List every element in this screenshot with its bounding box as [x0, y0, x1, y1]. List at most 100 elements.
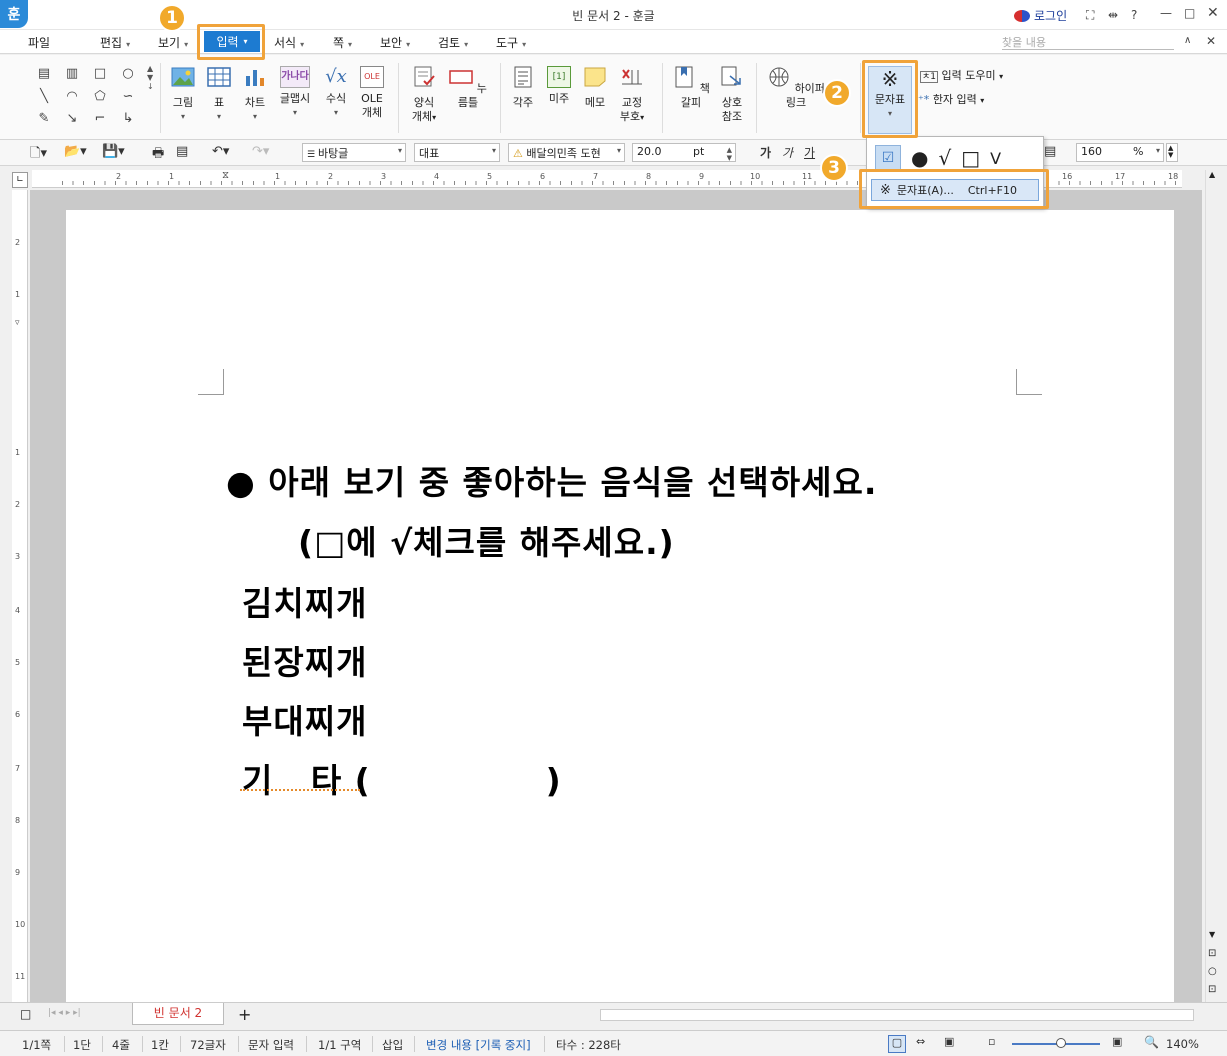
- symbol-bullet[interactable]: ●: [911, 146, 928, 170]
- shape-gallery[interactable]: ▤ ▥ □ ○ ╲ ◠ ⬠ ∽ ✎ ↘ ⌐ ↳: [32, 66, 144, 128]
- open-folder-icon[interactable]: 📂▾: [64, 144, 87, 159]
- status-mode[interactable]: 문자 입력: [248, 1037, 294, 1053]
- status-section[interactable]: 1/1 구역: [318, 1037, 361, 1053]
- underline-icon[interactable]: 가: [804, 144, 815, 161]
- input-helper-button[interactable]: ㅊ1 입력 도우미 ▾: [920, 67, 1003, 83]
- vertical-ruler[interactable]: 2 1 ▿ 1 2 3 4 5 6 7 8 9 10 11: [12, 190, 28, 1002]
- close-doc-icon[interactable]: ✕: [1206, 34, 1216, 48]
- menu-view[interactable]: 보기 ▾: [158, 34, 188, 51]
- view-full-icon[interactable]: ▣: [944, 1035, 954, 1048]
- zoom-spinner[interactable]: ▲ ▼: [1166, 143, 1178, 162]
- menu-file[interactable]: 파일: [28, 34, 50, 51]
- align-icon[interactable]: ▤: [1044, 144, 1056, 159]
- ellipse-icon[interactable]: ○: [116, 66, 140, 83]
- picture-button[interactable]: 그림 ▾: [166, 66, 200, 124]
- save-icon[interactable]: 💾▾: [102, 144, 125, 159]
- menu-format[interactable]: 서식 ▾: [274, 34, 304, 51]
- page-select-icon[interactable]: ○: [1208, 966, 1217, 977]
- login-button[interactable]: 로그인: [1014, 7, 1067, 24]
- indent-marker-icon[interactable]: ⧖: [222, 170, 229, 181]
- textart-button[interactable]: 가나다 글맵시 ▾: [276, 66, 314, 120]
- print-icon[interactable]: 🖶: [152, 144, 164, 166]
- margin-marker-icon[interactable]: ▿: [15, 318, 20, 328]
- style-select[interactable]: ☰ 바탕글 ▾: [302, 143, 406, 162]
- doc-option[interactable]: 된장찌개: [242, 636, 367, 684]
- tab-nav-icons[interactable]: |◂ ◂ ▸ ▸|: [48, 1008, 81, 1018]
- view-width-icon[interactable]: ⇔: [916, 1035, 925, 1048]
- arc-icon[interactable]: ◠: [60, 89, 84, 106]
- undo-icon[interactable]: ↶▾: [212, 144, 229, 159]
- hyperlink-button[interactable]: 하이퍼링크: [764, 66, 828, 110]
- horizontal-scrollbar[interactable]: [600, 1009, 1194, 1021]
- font-type-select[interactable]: 대표 ▾: [414, 143, 500, 162]
- document-tab[interactable]: 빈 문서 2: [132, 1003, 224, 1025]
- scroll-up-icon[interactable]: ▲: [1209, 170, 1215, 179]
- zoom-out-icon[interactable]: ▫: [988, 1035, 995, 1048]
- zoom-select[interactable]: 160% ▾: [1076, 143, 1164, 162]
- doc-question-line[interactable]: ● 아래 보기 중 좋아하는 음식을 선택하세요.: [226, 456, 877, 504]
- menu-review[interactable]: 검토 ▾: [438, 34, 468, 51]
- menu-edit[interactable]: 편집 ▾: [100, 34, 130, 51]
- vertical-scrollbar[interactable]: ▲ ▼ ⊡ ○ ⊡: [1205, 170, 1221, 1004]
- footnote-button[interactable]: 각주: [508, 66, 538, 110]
- ole-button[interactable]: OLE OLE 개체: [356, 66, 388, 120]
- table-button[interactable]: 표 ▾: [204, 66, 234, 124]
- bookmark-button[interactable]: 책갈피: [670, 66, 712, 110]
- curve-icon[interactable]: ∽: [116, 89, 140, 106]
- connector-icon[interactable]: ↳: [116, 111, 140, 128]
- minimize-icon[interactable]: —: [1160, 6, 1172, 20]
- shape-icon[interactable]: ▥: [60, 66, 84, 83]
- prev-page-icon[interactable]: ⊡: [1208, 948, 1216, 959]
- symbol-checkbox[interactable]: ☑: [875, 145, 901, 171]
- memo-button[interactable]: 메모: [580, 66, 610, 110]
- document-page[interactable]: [66, 210, 1174, 1010]
- polygon-icon[interactable]: ⬠: [88, 89, 112, 106]
- pen-icon[interactable]: ✎: [32, 111, 56, 128]
- doc-option[interactable]: 부대찌개: [242, 695, 367, 743]
- width-fit-icon[interactable]: ⇹: [1108, 8, 1118, 22]
- form-object-button[interactable]: 양식 개체▾: [406, 66, 442, 125]
- add-tab-button[interactable]: +: [238, 1005, 251, 1024]
- doc-instruction-line[interactable]: (□에 √체크를 해주세요.): [298, 516, 675, 564]
- menu-tools[interactable]: 도구 ▾: [496, 34, 526, 51]
- connector-icon[interactable]: ⌐: [88, 111, 112, 128]
- connector-icon[interactable]: ↘: [60, 111, 84, 128]
- fullscreen-icon[interactable]: ⛶: [1086, 8, 1094, 23]
- bold-icon[interactable]: 가: [760, 144, 771, 161]
- hanja-input-button[interactable]: ⁺* 한자 입력 ▾: [918, 91, 984, 107]
- tab-list-icon[interactable]: □: [20, 1007, 31, 1021]
- help-icon[interactable]: ?: [1131, 8, 1137, 22]
- doc-option-other[interactable]: 기 타 ( ): [242, 754, 562, 802]
- scroll-down-icon[interactable]: ▼: [1209, 930, 1215, 939]
- maximize-icon[interactable]: □: [1184, 6, 1195, 20]
- preview-icon[interactable]: ▤: [176, 144, 188, 159]
- view-page-icon[interactable]: ▢: [888, 1035, 906, 1053]
- pushbutton-button[interactable]: 누름틀: [448, 66, 488, 110]
- symbol-v[interactable]: V: [990, 149, 1001, 168]
- magnifier-icon[interactable]: 🔍: [1144, 1035, 1159, 1049]
- shape-icon[interactable]: ▤: [32, 66, 56, 83]
- proofreading-button[interactable]: 교정 부호▾: [614, 66, 650, 125]
- font-size-input[interactable]: 20.0 pt ▲ ▼: [632, 143, 736, 162]
- symbol-check[interactable]: √: [938, 146, 951, 170]
- zoom-in-icon[interactable]: ▣: [1112, 1035, 1122, 1048]
- menu-page[interactable]: 쪽 ▾: [333, 34, 352, 51]
- cross-reference-button[interactable]: 상호 참조: [716, 66, 748, 124]
- rectangle-icon[interactable]: □: [88, 66, 112, 83]
- symbol-square[interactable]: □: [961, 146, 980, 170]
- menu-security[interactable]: 보안 ▾: [380, 34, 410, 51]
- ruler-corner[interactable]: ∟: [12, 172, 28, 188]
- status-page[interactable]: 1/1쪽: [22, 1037, 51, 1053]
- gallery-scroll-icon[interactable]: ▲ ▼ ↓: [147, 64, 154, 91]
- italic-icon[interactable]: 가: [782, 144, 793, 161]
- endnote-button[interactable]: [1] 미주: [544, 66, 574, 106]
- next-page-icon[interactable]: ⊡: [1208, 984, 1216, 995]
- line-icon[interactable]: ╲: [32, 89, 56, 106]
- formula-button[interactable]: √x 수식 ▾: [320, 66, 352, 120]
- collapse-ribbon-icon[interactable]: ∧: [1184, 35, 1191, 46]
- redo-icon[interactable]: ↷▾: [252, 144, 269, 159]
- status-zoom[interactable]: 140%: [1166, 1037, 1199, 1051]
- font-name-select[interactable]: ⚠ 배달의민족 도현 ▾: [508, 143, 625, 162]
- new-document-icon[interactable]: 🗋▾: [30, 144, 47, 166]
- zoom-slider-thumb[interactable]: [1056, 1038, 1066, 1048]
